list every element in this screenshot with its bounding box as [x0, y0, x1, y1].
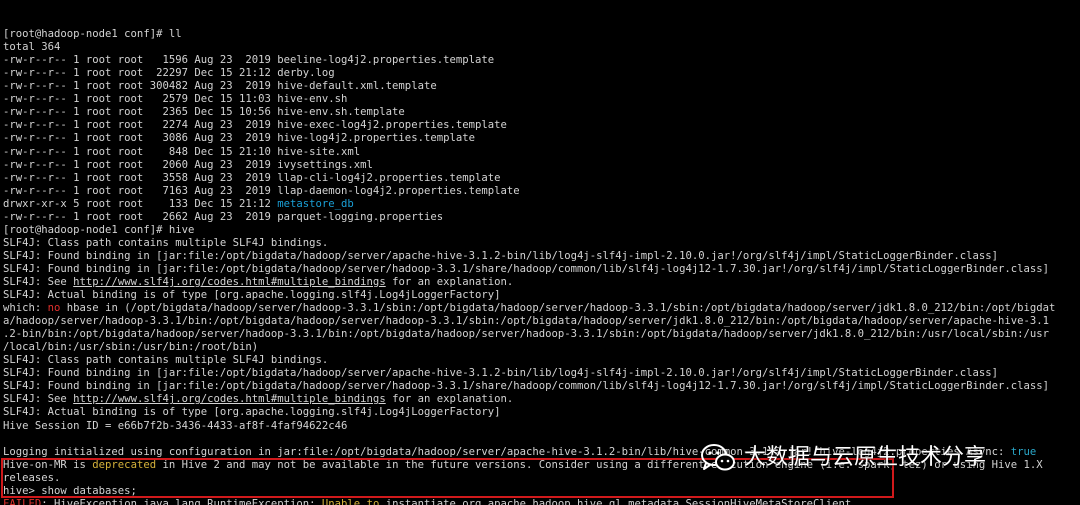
terminal-line: -rw-r--r-- 1 root root 22297 Dec 15 21:1…	[3, 67, 1080, 80]
terminal-line: SLF4J: Found binding in [jar:file:/opt/b…	[3, 250, 1080, 263]
terminal-text: Unable to	[321, 497, 380, 505]
terminal-line: SLF4J: See http://www.slf4j.org/codes.ht…	[3, 276, 1080, 289]
terminal-line: SLF4J: Found binding in [jar:file:/opt/b…	[3, 380, 1080, 393]
terminal-text: SLF4J: Found binding in [jar:file:/opt/b…	[3, 380, 1049, 393]
terminal-line: -rw-r--r-- 1 root root 3086 Aug 23 2019 …	[3, 132, 1080, 145]
terminal-text: no	[47, 302, 61, 315]
terminal-text: : HiveException java.lang.RuntimeExcepti…	[41, 497, 322, 505]
terminal-line: [root@hadoop-node1 conf]# hive	[3, 224, 1080, 237]
terminal-text: SLF4J: Found binding in [jar:file:/opt/b…	[3, 367, 998, 380]
terminal-text: a/hadoop/server/hadoop-3.3.1/bin:/opt/bi…	[3, 315, 1049, 328]
terminal-text: -rw-r--r-- 1 root root 2579 Dec 15 11:03…	[3, 93, 348, 106]
terminal-text: -rw-r--r-- 1 root root 300482 Aug 23 201…	[3, 80, 437, 93]
terminal-line: SLF4J: Actual binding is of type [org.ap…	[3, 289, 1080, 302]
terminal-text: which:	[3, 302, 48, 315]
terminal-line: SLF4J: Found binding in [jar:file:/opt/b…	[3, 367, 1080, 380]
terminal-line: -rw-r--r-- 1 root root 848 Dec 15 21:10 …	[3, 146, 1080, 159]
terminal-text: for an explanation.	[385, 275, 514, 288]
terminal-line: total 364	[3, 41, 1080, 54]
terminal-text: FAILED	[3, 497, 42, 505]
terminal-line: -rw-r--r-- 1 root root 2365 Dec 15 10:56…	[3, 106, 1080, 119]
terminal-line: -rw-r--r-- 1 root root 2060 Aug 23 2019 …	[3, 159, 1080, 172]
terminal-text: metastore_db	[277, 197, 354, 210]
wechat-icon	[701, 444, 735, 471]
terminal-line: SLF4J: Class path contains multiple SLF4…	[3, 354, 1080, 367]
terminal-text: true	[1010, 445, 1037, 458]
watermark: 大数据与云原生技术分享	[700, 441, 986, 475]
terminal-text: -rw-r--r-- 1 root root 2662 Aug 23 2019 …	[3, 210, 444, 223]
terminal-line: -rw-r--r-- 1 root root 2662 Aug 23 2019 …	[3, 211, 1080, 224]
terminal-text: SLF4J: See	[3, 393, 74, 406]
terminal-link[interactable]: http://www.slf4j.org/codes.html#multiple…	[73, 276, 386, 288]
terminal-text: SLF4J: Actual binding is of type [org.ap…	[3, 406, 501, 419]
terminal-text: SLF4J: Class path contains multiple SLF4…	[3, 354, 329, 367]
terminal-line: SLF4J: Actual binding is of type [org.ap…	[3, 406, 1080, 419]
terminal-text: /local/bin:/usr/sbin:/usr/bin:/root/bin)	[3, 341, 259, 354]
watermark-text: 大数据与云原生技术分享	[744, 445, 987, 471]
terminal-line: SLF4J: See http://www.slf4j.org/codes.ht…	[3, 393, 1080, 406]
terminal-link[interactable]: http://www.slf4j.org/codes.html#multiple…	[73, 393, 386, 405]
terminal-line: drwxr-xr-x 5 root root 133 Dec 15 21:12 …	[3, 198, 1080, 211]
terminal-text: -rw-r--r-- 1 root root 2274 Aug 23 2019 …	[3, 119, 507, 132]
terminal-line: .2-bin/bin:/opt/bigdata/hadoop/server/ha…	[3, 328, 1080, 341]
terminal-text: SLF4J: Found binding in [jar:file:/opt/b…	[3, 262, 1049, 275]
terminal-text: -rw-r--r-- 1 root root 848 Dec 15 21:10 …	[3, 145, 361, 158]
terminal-text: for an explanation.	[385, 393, 514, 406]
terminal-line: Hive Session ID = e66b7f2b-3436-4433-af8…	[3, 420, 1080, 433]
terminal-text: Hive Session ID = e66b7f2b-3436-4433-af8…	[3, 419, 348, 432]
terminal-text: [root@hadoop-node1 conf]# hive	[3, 223, 195, 236]
terminal-line: SLF4J: Found binding in [jar:file:/opt/b…	[3, 263, 1080, 276]
terminal-text: -rw-r--r-- 1 root root 2365 Dec 15 10:56…	[3, 106, 405, 119]
terminal-line: -rw-r--r-- 1 root root 300482 Aug 23 201…	[3, 80, 1080, 93]
terminal-output: [root@hadoop-node1 conf]# ll total 364 -rw…	[3, 28, 1080, 505]
terminal-line: FAILED: HiveException java.lang.RuntimeE…	[3, 498, 1080, 505]
terminal-line: -rw-r--r-- 1 root root 7163 Aug 23 2019 …	[3, 185, 1080, 198]
terminal-line: -rw-r--r-- 1 root root 2579 Dec 15 11:03…	[3, 93, 1080, 106]
terminal-line: /local/bin:/usr/sbin:/usr/bin:/root/bin)	[3, 341, 1080, 354]
terminal-text: total 364	[3, 41, 61, 54]
terminal-text: SLF4J: Found binding in [jar:file:/opt/b…	[3, 249, 998, 262]
terminal-text: SLF4J: See	[3, 275, 74, 288]
terminal-line: -rw-r--r-- 1 root root 2274 Aug 23 2019 …	[3, 119, 1080, 132]
terminal-line: -rw-r--r-- 1 root root 3558 Aug 23 2019 …	[3, 172, 1080, 185]
terminal-text: SLF4J: Actual binding is of type [org.ap…	[3, 289, 501, 302]
terminal-window[interactable]: [root@hadoop-node1 conf]# ll total 364 -rw…	[0, 0, 1080, 505]
terminal-text: -rw-r--r-- 1 root root 1596 Aug 23 2019 …	[3, 54, 495, 67]
terminal-text: .2-bin/bin:/opt/bigdata/hadoop/server/ha…	[3, 328, 1049, 341]
terminal-text: drwxr-xr-x 5 root root 133 Dec 15 21:12	[3, 197, 278, 210]
terminal-line: which: no hbase in (/opt/bigdata/hadoop/…	[3, 302, 1080, 315]
terminal-text: -rw-r--r-- 1 root root 7163 Aug 23 2019 …	[3, 184, 520, 197]
terminal-text: SLF4J: Class path contains multiple SLF4…	[3, 236, 329, 249]
terminal-text: [root@hadoop-node1 conf]# ll	[3, 28, 182, 41]
terminal-text: -rw-r--r-- 1 root root 3086 Aug 23 2019 …	[3, 132, 475, 145]
terminal-text: -rw-r--r-- 1 root root 3558 Aug 23 2019 …	[3, 171, 501, 184]
terminal-line: [root@hadoop-node1 conf]# ll	[3, 28, 1080, 41]
terminal-line: -rw-r--r-- 1 root root 1596 Aug 23 2019 …	[3, 54, 1080, 67]
terminal-text: hbase in (/opt/bigdata/hadoop/server/had…	[60, 302, 1056, 315]
terminal-line: a/hadoop/server/hadoop-3.3.1/bin:/opt/bi…	[3, 315, 1080, 328]
terminal-text: instantiate org.apache.hadoop.hive.ql.me…	[379, 497, 852, 505]
terminal-text: -rw-r--r-- 1 root root 2060 Aug 23 2019 …	[3, 158, 373, 171]
terminal-text: -rw-r--r-- 1 root root 22297 Dec 15 21:1…	[3, 67, 335, 80]
terminal-line: SLF4J: Class path contains multiple SLF4…	[3, 237, 1080, 250]
